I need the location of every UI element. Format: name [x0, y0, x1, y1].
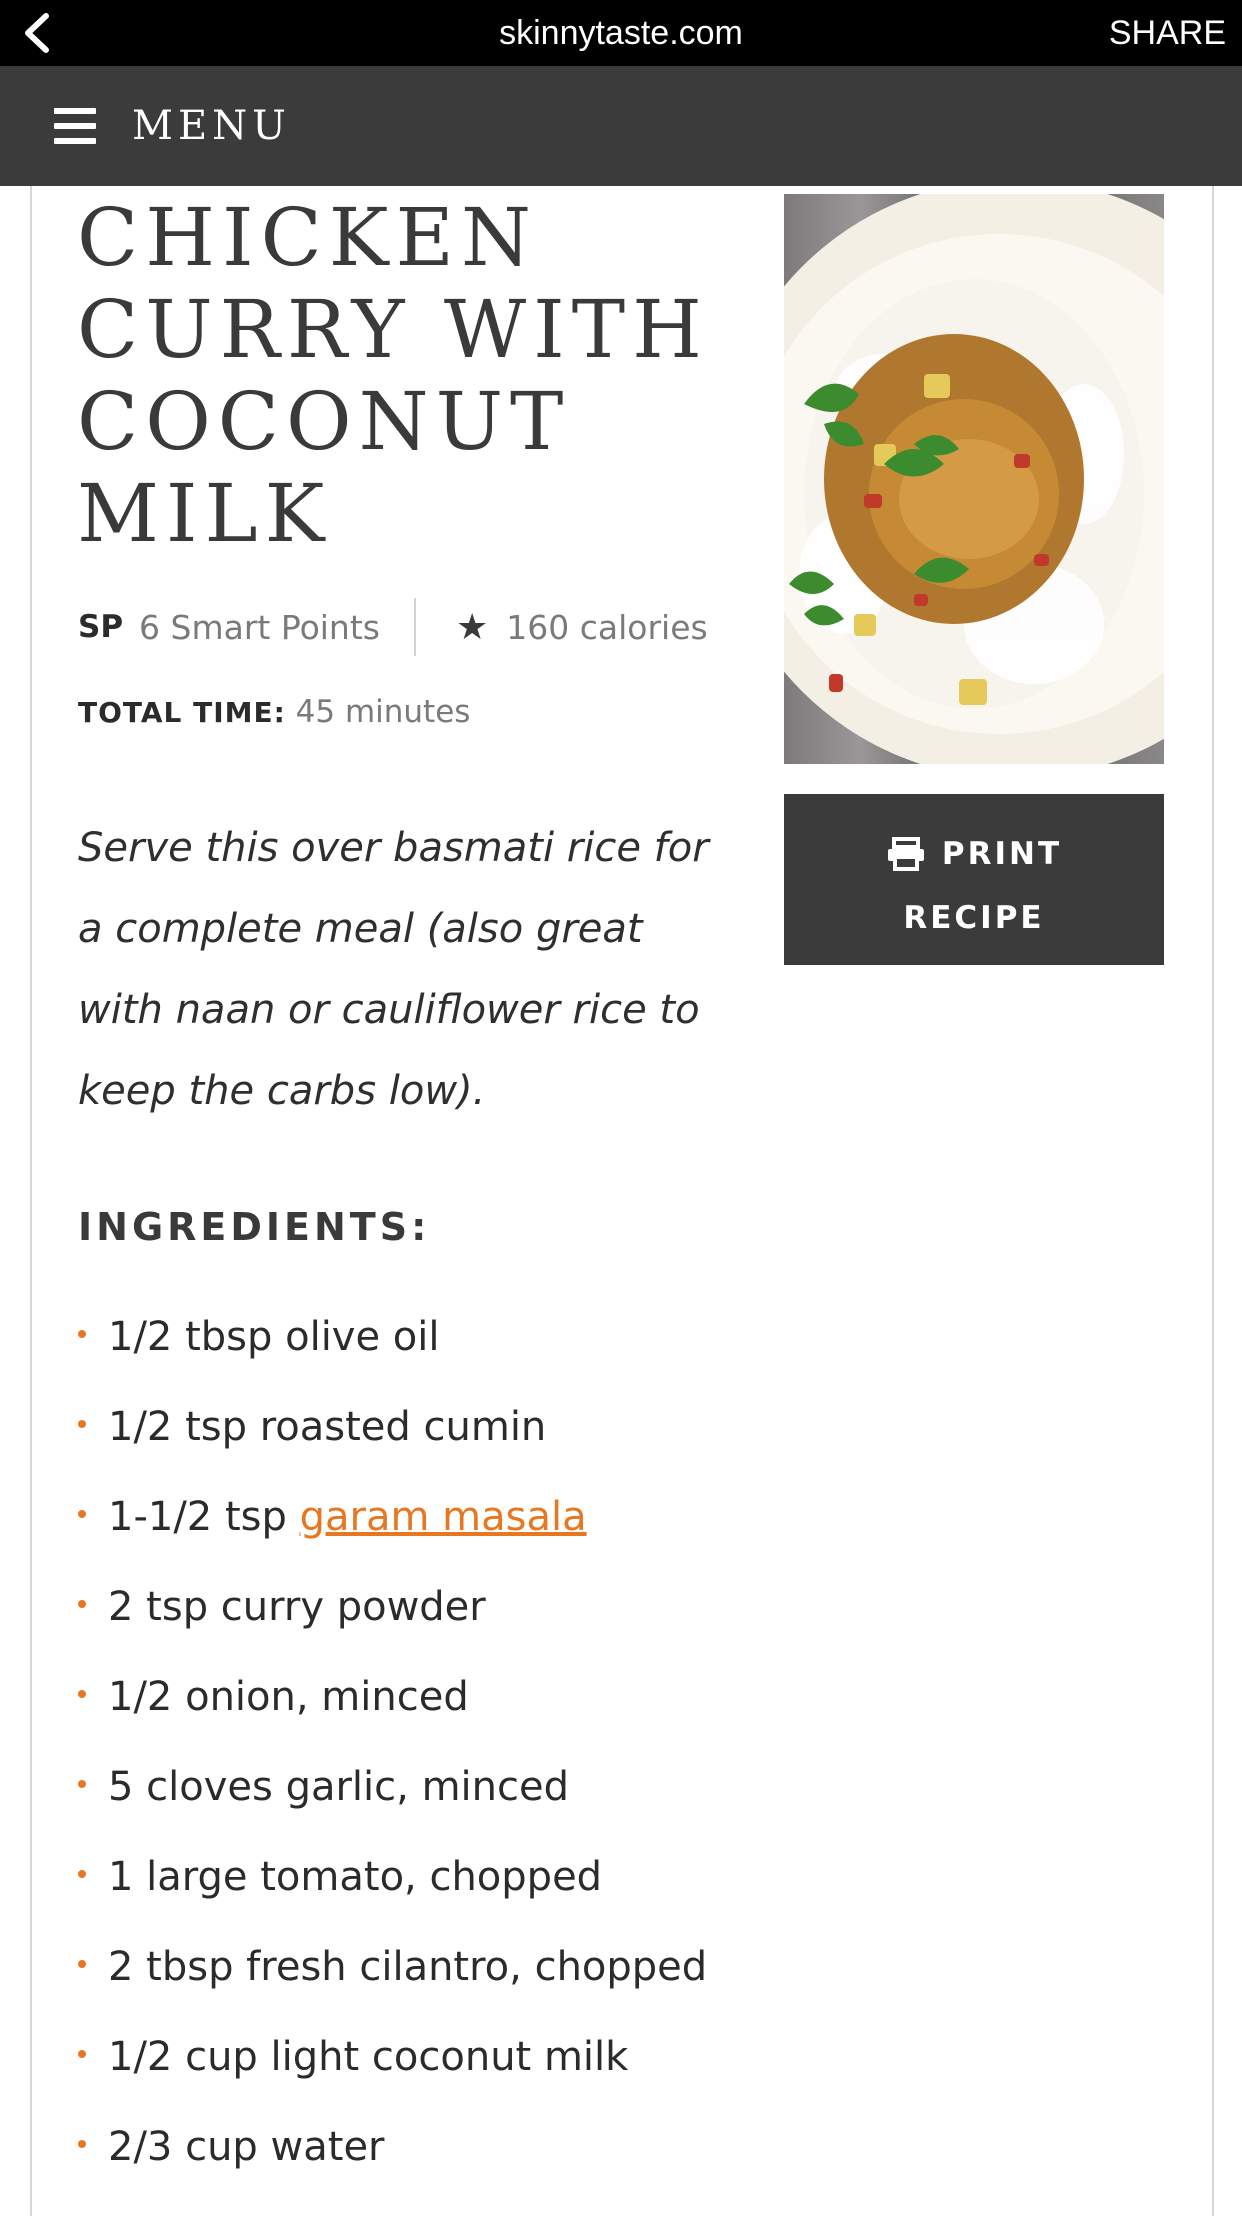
bullet-icon: [78, 1420, 86, 1428]
recipe-stats: SP 6 Smart Points ★ 160 calories: [78, 596, 718, 658]
hamburger-icon[interactable]: [54, 108, 96, 144]
printer-icon: [887, 837, 924, 871]
ingredient-item: 1-1/2 tsp garam masala: [78, 1482, 707, 1572]
recipe-photo: [784, 194, 1164, 764]
ingredient-item: 1/2 onion, minced: [78, 1662, 707, 1752]
ingredient-item: 1/2 cup light coconut milk: [78, 2022, 707, 2112]
site-nav-bar: MENU: [0, 66, 1242, 186]
ingredient-item: 1 large tomato, chopped: [78, 1842, 707, 1932]
sp-badge: SP: [78, 609, 124, 645]
ingredient-item: 2 tsp curry powder: [78, 1572, 707, 1662]
bullet-icon: [78, 2050, 86, 2058]
smart-points: 6 Smart Points: [139, 607, 380, 647]
ingredient-text: 2 tsp curry powder: [108, 1584, 486, 1630]
ingredient-item: 2/3 cup water: [78, 2112, 707, 2202]
ingredient-text: 1-1/2 tsp: [108, 1494, 300, 1540]
bullet-icon: [78, 1780, 86, 1788]
garam-masala-link[interactable]: garam masala: [300, 1494, 587, 1540]
total-time-value: 45 minutes: [295, 694, 471, 730]
stats-divider: [413, 598, 416, 656]
recipe-summary: Serve this over basmati rice for a compl…: [78, 825, 709, 1114]
print-label-2: RECIPE: [903, 900, 1045, 936]
ingredient-item: 5 cloves garlic, minced: [78, 1752, 707, 1842]
bullet-icon: [78, 1330, 86, 1338]
browser-bar: skinnytaste.com SHARE: [0, 0, 1242, 66]
bullet-icon: [78, 2140, 86, 2148]
total-time: TOTAL TIME: 45 minutes: [78, 694, 470, 730]
recipe-title: CHICKEN CURRY WITH COCONUT MILK: [77, 191, 709, 560]
bullet-icon: [78, 1870, 86, 1878]
ingredient-text: 1/2 cup light coconut milk: [108, 2034, 629, 2080]
ingredient-text: 1/2 onion, minced: [108, 1674, 469, 1720]
ingredient-item: 2 tbsp fresh cilantro, chopped: [78, 1932, 707, 2022]
ingredient-item: 1/2 tsp roasted cumin: [78, 1392, 707, 1482]
ingredient-item: 1/2 tbsp olive oil: [78, 1302, 707, 1392]
ingredient-text: 1/2 tbsp olive oil: [108, 1314, 440, 1360]
star-icon: ★: [455, 606, 489, 648]
site-domain: skinnytaste.com: [499, 14, 743, 52]
menu-button[interactable]: MENU: [132, 66, 291, 186]
ingredients-list: 1/2 tbsp olive oil 1/2 tsp roasted cumin…: [78, 1302, 707, 2202]
share-button[interactable]: SHARE: [1109, 0, 1226, 66]
bullet-icon: [78, 1960, 86, 1968]
ingredient-text: 5 cloves garlic, minced: [108, 1764, 569, 1810]
total-time-label: TOTAL TIME:: [78, 696, 286, 729]
ingredient-text: 1 large tomato, chopped: [108, 1854, 603, 1900]
ingredient-text: 1/2 tsp roasted cumin: [108, 1404, 547, 1450]
ingredient-text: 2 tbsp fresh cilantro, chopped: [108, 1944, 708, 1990]
bullet-icon: [78, 1600, 86, 1608]
print-recipe-button[interactable]: PRINT RECIPE: [784, 794, 1164, 965]
calories: 160 calories: [506, 607, 708, 647]
ingredients-heading: INGREDIENTS:: [78, 1205, 431, 1249]
print-label: PRINT: [941, 836, 1063, 872]
bullet-icon: [78, 1510, 86, 1518]
bullet-icon: [78, 1690, 86, 1698]
ingredient-text: 2/3 cup water: [108, 2124, 385, 2170]
